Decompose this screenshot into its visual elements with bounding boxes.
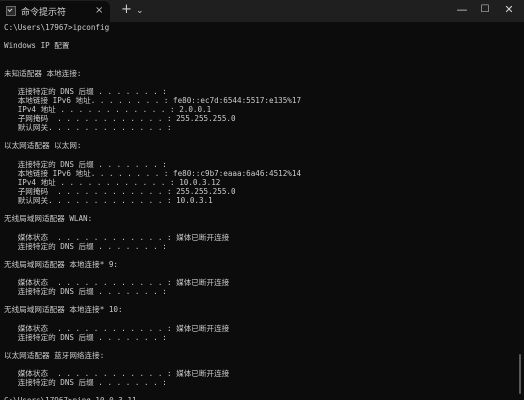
terminal-line: 以太网适配器 蓝牙网络连接:: [4, 350, 105, 360]
terminal-line: 子网掩码 . . . . . . . . . . . . : 255.255.2…: [4, 186, 236, 196]
terminal-line: 连接特定的 DNS 后缀 . . . . . . . :: [4, 86, 167, 96]
terminal-line: IPv4 地址 . . . . . . . . . . . . : 2.0.0.…: [4, 104, 212, 114]
terminal-line: Windows IP 配置: [4, 41, 70, 51]
tab-command-prompt[interactable]: 命令提示符 ×: [0, 1, 110, 22]
terminal-line: 默认网关. . . . . . . . . . . . . :: [4, 123, 172, 133]
terminal-line: 媒体状态 . . . . . . . . . . . . : 媒体已断开连接: [4, 232, 230, 242]
terminal-line: IPv4 地址 . . . . . . . . . . . . : 10.0.3…: [4, 177, 221, 187]
terminal-line: 连接特定的 DNS 后缀 . . . . . . . :: [4, 159, 167, 169]
terminal-line: 媒体状态 . . . . . . . . . . . . : 媒体已断开连接: [4, 323, 230, 333]
chevron-down-icon[interactable]: ⌄: [136, 4, 144, 18]
title-bar[interactable]: 命令提示符 × + ⌄ — ☐ ✕: [0, 0, 524, 22]
terminal-line: C:\Users\17967>ping 10.0.3.11: [4, 396, 514, 400]
terminal-line: 连接特定的 DNS 后缀 . . . . . . . :: [4, 378, 167, 388]
scrollbar[interactable]: [518, 24, 522, 398]
close-tab-icon[interactable]: ×: [95, 4, 103, 18]
terminal-line: 连接特定的 DNS 后缀 . . . . . . . :: [4, 241, 167, 251]
tab-title: 命令提示符: [21, 8, 67, 18]
close-window-icon[interactable]: ✕: [500, 2, 518, 18]
terminal-line: 默认网关. . . . . . . . . . . . . : 10.0.3.1: [4, 196, 213, 206]
terminal-icon: [6, 6, 16, 16]
terminal-line: C:\Users\17967>ipconfig: [4, 23, 110, 32]
terminal-line: 连接特定的 DNS 后缀 . . . . . . . :: [4, 332, 167, 342]
terminal-line: 未知适配器 本地连接:: [4, 68, 82, 78]
terminal-line: 连接特定的 DNS 后缀 . . . . . . . :: [4, 287, 167, 297]
terminal-line: 无线局域网适配器 本地连接* 10:: [4, 305, 123, 315]
terminal-output[interactable]: C:\Users\17967>ipconfig Windows IP 配置未知适配…: [4, 23, 514, 400]
terminal-line: 无线局域网适配器 本地连接* 9:: [4, 259, 118, 269]
terminal-line: 媒体状态 . . . . . . . . . . . . : 媒体已断开连接: [4, 278, 230, 288]
terminal-line: 无线局域网适配器 WLAN:: [4, 214, 93, 224]
terminal-window: 命令提示符 × + ⌄ — ☐ ✕ C:\Users\17967>ipconfi…: [0, 0, 524, 400]
terminal-line: 以太网适配器 以太网:: [4, 141, 82, 151]
scrollbar-thumb[interactable]: [519, 354, 521, 394]
terminal-line: 子网掩码 . . . . . . . . . . . . : 255.255.2…: [4, 114, 236, 124]
terminal-line: 媒体状态 . . . . . . . . . . . . : 媒体已断开连接: [4, 369, 230, 379]
maximize-icon[interactable]: ☐: [476, 2, 494, 18]
terminal-line: 本地链接 IPv6 地址. . . . . . . . : fe80::ec7d…: [4, 95, 302, 105]
new-tab-icon[interactable]: +: [121, 2, 132, 18]
minimize-icon[interactable]: —: [453, 2, 471, 18]
terminal-line: 本地链接 IPv6 地址. . . . . . . . : fe80::c9b7…: [4, 168, 302, 178]
